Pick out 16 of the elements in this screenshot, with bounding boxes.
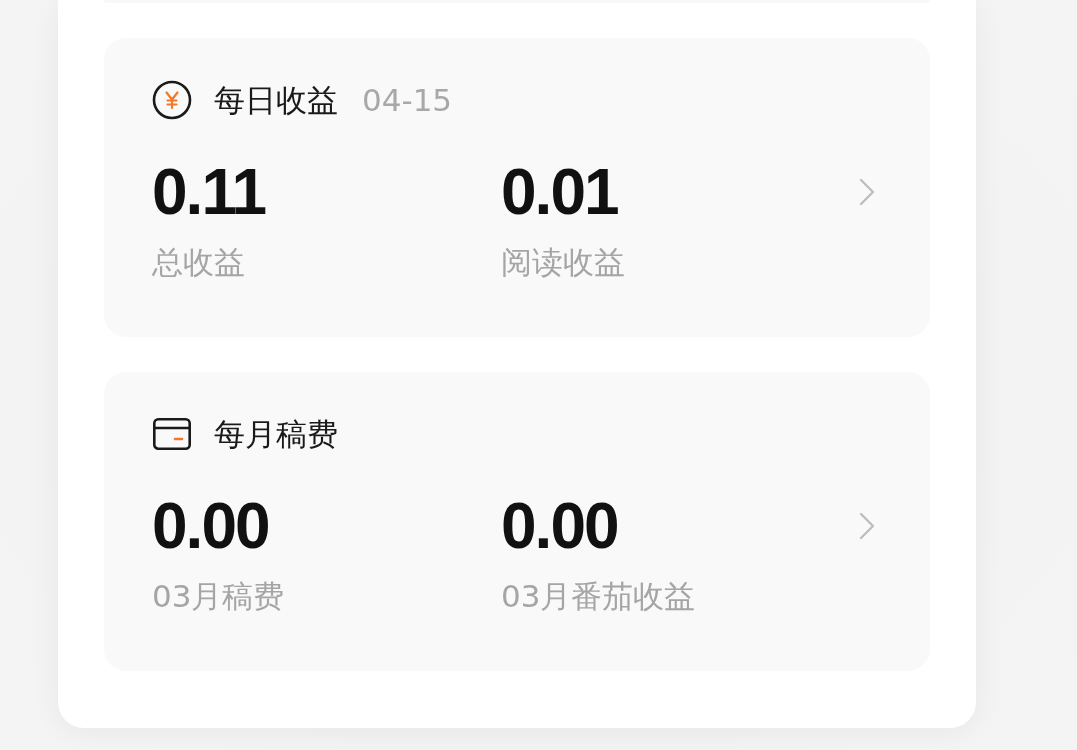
metric-value: 0.00 [152, 494, 269, 558]
metric-label: 03月稿费 [152, 577, 285, 616]
metric-label: 阅读收益 [501, 243, 625, 282]
metric-value: 0.01 [501, 160, 618, 224]
chevron-right-icon [859, 512, 875, 540]
earnings-card[interactable]: 每月稿费 0.00 03月稿费 0.00 03月番茄收益 [104, 372, 930, 671]
card-title: 每日收益 [214, 81, 338, 120]
yen-coin-icon [152, 80, 192, 120]
card-title: 每月稿费 [214, 415, 338, 454]
metric-value: 0.11 [152, 160, 266, 224]
earnings-card[interactable]: 每日收益 04-15 0.11 总收益 0.01 阅读收益 [104, 38, 930, 337]
metric-label: 03月番茄收益 [501, 577, 696, 616]
chevron-right-icon [859, 178, 875, 206]
metric-value: 0.00 [501, 494, 618, 558]
metric-label: 总收益 [152, 243, 245, 282]
card-date: 04-15 [362, 81, 453, 120]
